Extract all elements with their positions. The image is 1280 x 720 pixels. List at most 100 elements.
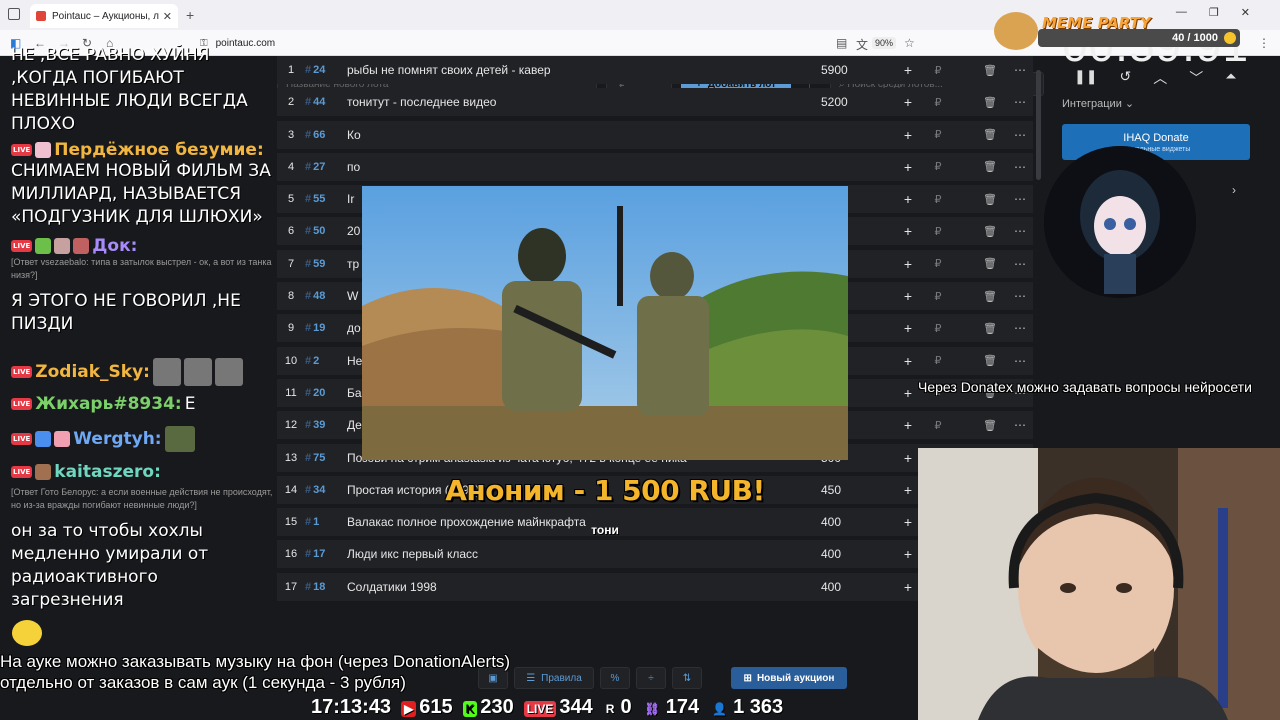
lot-name[interactable]: Ко (347, 128, 821, 142)
bookmark-star-icon[interactable]: ☆ (904, 36, 915, 50)
more-options-icon[interactable]: ⋯ (1007, 95, 1033, 109)
more-options-icon[interactable]: ⋯ (1007, 354, 1033, 368)
add-amount-icon[interactable]: + (897, 546, 919, 562)
hash-icon: # (305, 128, 312, 141)
add-amount-icon[interactable]: + (897, 223, 919, 239)
chat-message: LIVE Zodiak_Sky: (11, 358, 272, 386)
lot-id-value: 24 (313, 64, 326, 76)
lot-id: #66 (305, 129, 347, 141)
lot-amount: 400 (821, 515, 842, 530)
favicon-icon (36, 11, 46, 21)
lot-row[interactable]: 2 #44 тонитут - последнее видео 5200 + ₽ 🗑 ⋯ (277, 88, 1033, 117)
lot-id: #75 (305, 452, 347, 464)
lot-row[interactable]: 3 #66 Ко + ₽ 🗑 ⋯ (277, 120, 1033, 149)
new-auction-button[interactable]: ⊞ Новый аукцион (731, 667, 847, 689)
add-amount-icon[interactable]: + (897, 514, 919, 530)
lot-id: #2 (305, 355, 347, 367)
total-viewers: 👤 1 363 (709, 696, 783, 719)
integrations-dropdown[interactable]: Интеграции ⌄ (1062, 97, 1134, 110)
more-options-icon[interactable]: ⋯ (1007, 192, 1033, 206)
lot-name[interactable]: по (347, 160, 821, 174)
add-amount-icon[interactable]: + (897, 159, 919, 175)
percent-icon[interactable]: % (600, 667, 630, 689)
chevron-down-icon[interactable]: ﹀ (1189, 68, 1203, 88)
lot-name[interactable]: Люди икс первый класс (347, 547, 821, 561)
chat-message: LIVE Wergtyh: (11, 426, 272, 452)
chevron-down-icon: ⌄ (1124, 98, 1135, 110)
more-options-icon[interactable]: ⋯ (1007, 128, 1033, 142)
translate-icon[interactable]: 文 (856, 36, 868, 53)
trash-icon[interactable]: 🗑 (977, 322, 1003, 335)
add-amount-icon[interactable]: + (897, 579, 919, 595)
zoom-level[interactable]: 90% (872, 37, 897, 49)
add-amount-icon[interactable]: + (897, 62, 919, 78)
add-amount-icon[interactable]: + (897, 417, 919, 433)
trash-icon[interactable]: 🗑 (977, 64, 1003, 77)
more-options-icon[interactable]: ⋯ (1007, 257, 1033, 271)
add-amount-icon[interactable]: + (897, 450, 919, 466)
lot-id-value: 75 (313, 451, 326, 464)
lot-name[interactable]: рыбы не помнят своих детей - кавер (347, 63, 821, 77)
user-badge-icon (35, 142, 52, 158)
trash-icon[interactable]: 🗑 (977, 193, 1003, 206)
chevron-up-icon[interactable]: ︿ (1153, 68, 1167, 88)
trash-icon[interactable]: 🗑 (977, 354, 1003, 367)
rumble-icon: R (605, 701, 615, 716)
lot-name[interactable]: Солдатики 1998 (347, 580, 821, 594)
lot-row[interactable]: 1 #24 рыбы не помнят своих детей - кавер 59… (277, 56, 1033, 84)
pause-icon[interactable]: ❚❚ (1074, 68, 1097, 88)
browser-tab[interactable]: Pointauc – Аукционы, лотереи ✕ (30, 4, 178, 28)
hash-icon: # (305, 354, 312, 367)
donatex-ticker: Через Donatex можно задавать вопросы ней… (918, 379, 1252, 395)
trash-icon[interactable]: 🗑 (977, 160, 1003, 173)
trash-icon[interactable]: 🗑 (977, 96, 1003, 109)
add-amount-icon[interactable]: + (897, 320, 919, 336)
double-chevron-up-icon[interactable]: ⏶ (1225, 68, 1236, 88)
more-options-icon[interactable]: ⋯ (1007, 321, 1033, 335)
add-amount-icon[interactable]: + (897, 94, 919, 110)
sort-icon[interactable]: ⇅ (672, 667, 702, 689)
reset-icon[interactable]: ↺ (1119, 68, 1131, 88)
add-amount-icon[interactable]: + (897, 127, 919, 143)
lot-id-value: 19 (313, 322, 326, 335)
add-amount-icon[interactable]: + (897, 385, 919, 401)
heart-badge-icon (54, 431, 71, 447)
lot-name[interactable]: тонитут - последнее видео (347, 95, 821, 109)
new-tab-icon[interactable]: + (186, 7, 194, 23)
more-options-icon[interactable]: ⋯ (1007, 224, 1033, 238)
menu-icon[interactable]: ⋮ (1258, 36, 1270, 50)
reader-view-icon[interactable]: ▤ (836, 36, 847, 50)
add-amount-icon[interactable]: + (897, 353, 919, 369)
lot-id-value: 44 (313, 96, 326, 109)
rules-icon: ☰ (526, 672, 536, 684)
close-tab-icon[interactable]: ✕ (163, 10, 172, 23)
lot-amount: 400 (821, 547, 842, 562)
rules-button[interactable]: ☰ Правила (514, 667, 594, 689)
more-options-icon[interactable]: ⋯ (1007, 160, 1033, 174)
tab-overview-icon[interactable] (8, 8, 20, 20)
lot-index: 13 (284, 451, 298, 464)
more-options-icon[interactable]: ⋯ (1007, 63, 1033, 77)
chat-message: LIVE kaitaszero: [Ответ Гото Белорус: а … (11, 462, 272, 612)
add-amount-icon[interactable]: + (897, 288, 919, 304)
lot-list-scrollbar[interactable] (1036, 70, 1041, 180)
split-icon[interactable]: ÷ (636, 667, 666, 689)
trash-icon[interactable]: 🗑 (977, 290, 1003, 303)
trash-icon[interactable]: 🗑 (977, 419, 1003, 432)
lot-row[interactable]: 4 #27 по + ₽ 🗑 ⋯ (277, 152, 1033, 181)
trash-icon[interactable]: 🗑 (977, 257, 1003, 270)
ruble-icon: ₽ (934, 258, 942, 271)
ruble-icon: ₽ (934, 193, 942, 206)
more-options-icon[interactable]: ⋯ (1007, 418, 1033, 432)
clock-time: 17:13:43 (311, 695, 392, 718)
hash-icon: # (305, 64, 312, 76)
youtube-viewers: ▶ 615 (401, 696, 453, 719)
chevron-right-icon[interactable]: › (1232, 183, 1236, 197)
trash-icon[interactable]: 🗑 (977, 225, 1003, 238)
trash-icon[interactable]: 🗑 (977, 128, 1003, 141)
add-amount-icon[interactable]: + (897, 256, 919, 272)
address-bar[interactable]: ⚿ pointauc.com (200, 33, 920, 53)
more-options-icon[interactable]: ⋯ (1007, 289, 1033, 303)
add-amount-icon[interactable]: + (897, 482, 919, 498)
add-amount-icon[interactable]: + (897, 191, 919, 207)
